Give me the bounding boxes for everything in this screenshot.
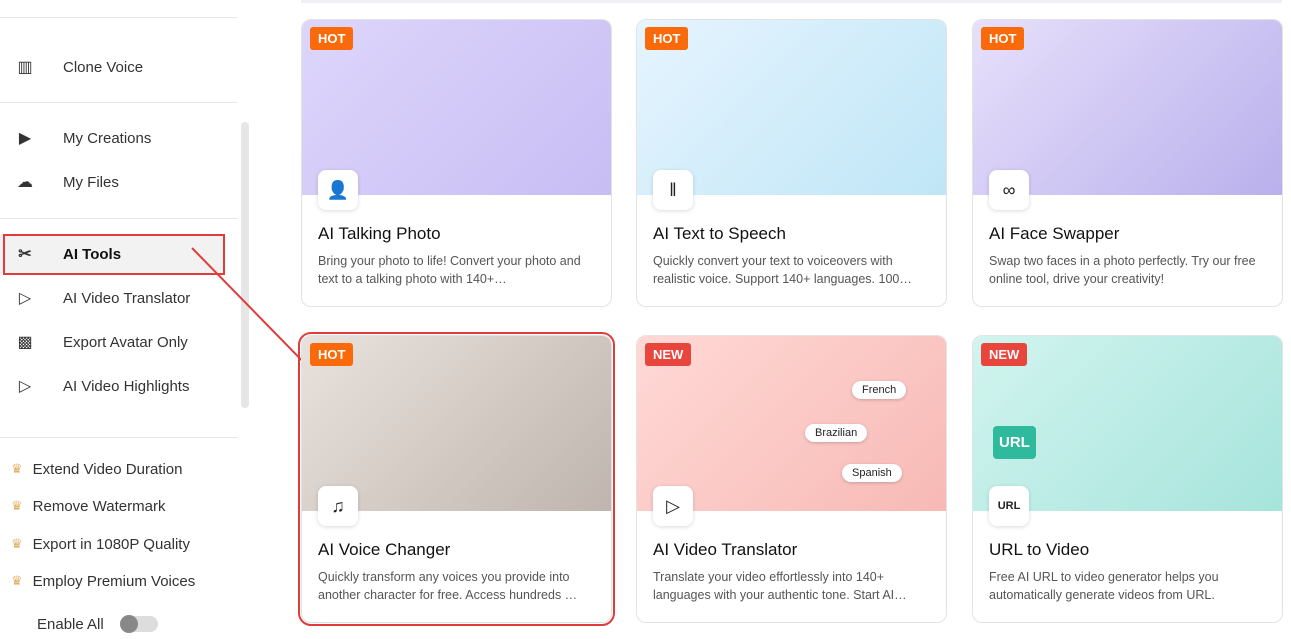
card-thumbnail: HOT xyxy=(302,20,611,195)
url-graphic: URL xyxy=(993,426,1036,459)
card-title: URL to Video xyxy=(989,540,1090,559)
url-icon: URL xyxy=(989,486,1029,526)
card-title: AI Face Swapper xyxy=(989,224,1120,243)
card-thumbnail: NEW French Brazilian Spanish xyxy=(637,336,946,511)
card-thumbnail: HOT xyxy=(973,20,1282,195)
card-title: AI Voice Changer xyxy=(318,540,451,559)
card-description: Swap two faces in a photo perfectly. Try… xyxy=(989,254,1256,286)
language-chip: French xyxy=(852,381,907,399)
voice-changer-icon: ♫ xyxy=(318,486,358,526)
hot-badge: HOT xyxy=(981,27,1025,50)
talking-head-icon: 👤 xyxy=(318,170,358,210)
language-chip: Spanish xyxy=(842,464,902,482)
card-description: Translate your video effortlessly into 1… xyxy=(653,570,907,602)
hot-badge: HOT xyxy=(310,343,354,366)
tool-card-ai-text-to-speech[interactable]: HOT ‖ AI Text to Speech Quickly convert … xyxy=(636,19,947,307)
video-translate-icon: ▷ xyxy=(653,486,693,526)
face-swap-icon: ∞ xyxy=(989,170,1029,210)
tool-card-url-to-video[interactable]: NEW URL URL URL to Video Free AI URL to v… xyxy=(972,335,1283,623)
tool-card-ai-face-swapper[interactable]: HOT ∞ AI Face Swapper Swap two faces in … xyxy=(972,19,1283,307)
language-chip: Brazilian xyxy=(805,424,868,442)
top-strip xyxy=(301,0,1282,3)
card-thumbnail: HOT xyxy=(302,336,611,511)
card-description: Bring your photo to life! Convert your p… xyxy=(318,254,581,286)
waveform-icon: ‖ xyxy=(653,170,693,210)
card-description: Free AI URL to video generator helps you… xyxy=(989,570,1219,602)
tool-card-ai-video-translator[interactable]: NEW French Brazilian Spanish ▷ AI Video Tra… xyxy=(636,335,947,623)
hot-badge: HOT xyxy=(310,27,354,50)
card-description: Quickly transform any voices you provide… xyxy=(318,570,578,602)
card-thumbnail: HOT xyxy=(637,20,946,195)
hot-badge: HOT xyxy=(645,27,689,50)
card-title: AI Talking Photo xyxy=(318,224,441,243)
tool-card-ai-talking-photo[interactable]: HOT 👤 AI Talking Photo Bring your photo … xyxy=(301,19,612,307)
new-badge: NEW xyxy=(981,343,1028,366)
card-description: Quickly convert your text to voiceovers … xyxy=(653,254,912,286)
card-thumbnail: NEW URL xyxy=(973,336,1282,511)
card-title: AI Video Translator xyxy=(653,540,798,559)
new-badge: NEW xyxy=(645,343,692,366)
tool-card-ai-voice-changer[interactable]: HOT ♫ AI Voice Changer Quickly transform… xyxy=(298,332,615,626)
card-title: AI Text to Speech xyxy=(653,224,786,243)
